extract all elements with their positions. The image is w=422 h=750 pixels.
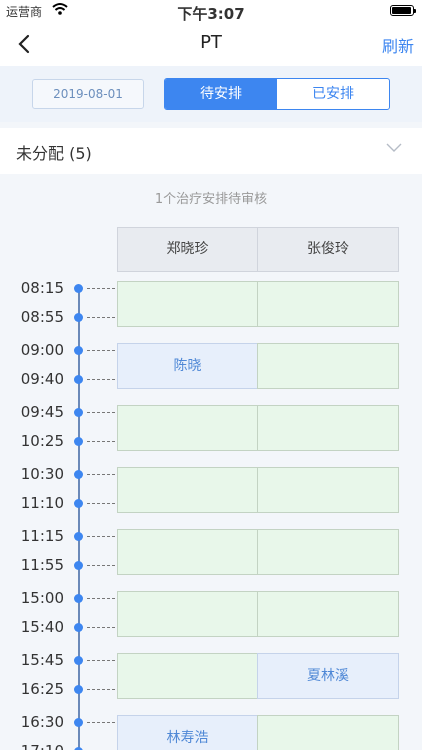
- timeline-dot: [74, 594, 83, 603]
- timeline-dash: [87, 627, 115, 628]
- free-slot-cell[interactable]: [257, 467, 399, 513]
- timeline-dash: [87, 660, 115, 661]
- nav-bar: PT 刷新: [0, 22, 422, 66]
- timeline-dot: [74, 346, 83, 355]
- booked-slot-cell[interactable]: 夏林溪: [257, 653, 399, 699]
- slot-end-time: 08:55: [20, 308, 64, 326]
- page-title: PT: [200, 32, 222, 53]
- slot-end-time: 09:40: [20, 370, 64, 388]
- slot-start-time: 11:15: [20, 527, 64, 545]
- slot-start-time: 15:45: [20, 651, 64, 669]
- timeline-dash: [87, 503, 115, 504]
- timeline-dash: [87, 565, 115, 566]
- timeline-dot: [74, 685, 83, 694]
- slot-end-time: 16:25: [20, 680, 64, 698]
- refresh-button[interactable]: 刷新: [382, 33, 414, 57]
- free-slot-cell[interactable]: [257, 405, 399, 451]
- slot-start-time: 09:00: [20, 341, 64, 359]
- tab-pending[interactable]: 待安排: [165, 79, 277, 109]
- timeline-dot: [74, 313, 83, 322]
- free-slot-cell[interactable]: [117, 653, 258, 699]
- timeline-dash: [87, 474, 115, 475]
- filter-bar: 2019-08-01 待安排 已安排: [0, 66, 422, 122]
- free-slot-cell[interactable]: [117, 529, 258, 575]
- booked-slot-cell[interactable]: 陈晓: [117, 343, 258, 389]
- timeline-dash: [87, 350, 115, 351]
- slot-start-time: 09:45: [20, 403, 64, 421]
- unassigned-label: 未分配 (5): [16, 144, 92, 163]
- timeline-dot: [74, 470, 83, 479]
- free-slot-cell[interactable]: [257, 281, 399, 327]
- slot-end-time: 11:55: [20, 556, 64, 574]
- free-slot-cell[interactable]: [117, 281, 258, 327]
- free-slot-cell[interactable]: [257, 529, 399, 575]
- timeline-dash: [87, 536, 115, 537]
- pending-review-text: 1个治疗安排待审核: [154, 192, 268, 207]
- timeline-dash: [87, 379, 115, 380]
- free-slot-cell[interactable]: [117, 591, 258, 637]
- timeline-dot: [74, 532, 83, 541]
- timeline-dot: [74, 408, 83, 417]
- timeline-dot: [74, 623, 83, 632]
- therapist-header: 张俊玲: [257, 227, 399, 272]
- free-slot-cell[interactable]: [117, 405, 258, 451]
- battery-icon: [390, 5, 416, 16]
- timeline-dash: [87, 441, 115, 442]
- slot-end-time: 10:25: [20, 432, 64, 450]
- free-slot-cell[interactable]: [117, 467, 258, 513]
- slot-end-time: 17:10: [0, 742, 64, 750]
- timeline-dot: [74, 437, 83, 446]
- timeline-axis: [78, 287, 80, 750]
- timeline-dash: [87, 722, 115, 723]
- free-slot-cell[interactable]: [257, 343, 399, 389]
- date-picker[interactable]: 2019-08-01: [32, 79, 144, 109]
- timeline-dot: [74, 718, 83, 727]
- timeline-dot: [74, 561, 83, 570]
- chevron-down-icon: [386, 143, 402, 152]
- slot-start-time: 16:30: [20, 713, 64, 731]
- slot-end-time: 15:40: [20, 618, 64, 636]
- timeline-dash: [87, 689, 115, 690]
- slot-end-time: 11:10: [20, 494, 64, 512]
- timeline-dash: [87, 598, 115, 599]
- free-slot-cell[interactable]: [257, 591, 399, 637]
- slot-start-time: 10:30: [20, 465, 64, 483]
- timeline-dot: [74, 284, 83, 293]
- tab-arranged[interactable]: 已安排: [277, 79, 389, 109]
- free-slot-cell[interactable]: [257, 715, 399, 750]
- therapist-header: 郑晓珍: [117, 227, 258, 272]
- timeline-dash: [87, 288, 115, 289]
- clock: 下午3:07: [177, 5, 245, 23]
- timeline-dot: [74, 656, 83, 665]
- timeline-dot: [74, 375, 83, 384]
- booked-slot-cell[interactable]: 林寿浩: [117, 715, 258, 750]
- slot-start-time: 15:00: [20, 589, 64, 607]
- timeline-dot: [74, 499, 83, 508]
- status-bar: 运营商 下午3:07: [0, 0, 422, 23]
- status-segmented-control: 待安排 已安排: [164, 78, 390, 110]
- timeline-dash: [87, 317, 115, 318]
- unassigned-section[interactable]: 未分配 (5): [0, 128, 422, 174]
- slot-start-time: 08:15: [20, 279, 64, 297]
- timeline-dash: [87, 412, 115, 413]
